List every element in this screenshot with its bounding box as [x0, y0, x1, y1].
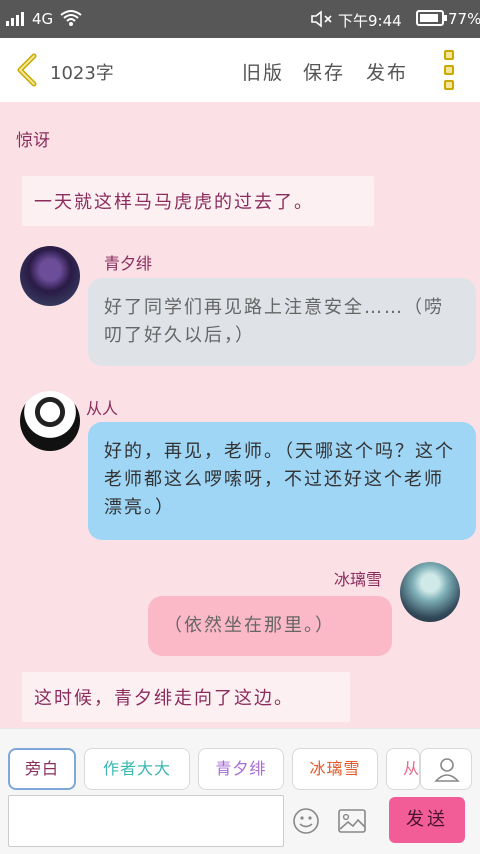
- speaker-name: 从人: [86, 399, 119, 418]
- send-button[interactable]: 发送: [389, 797, 465, 843]
- speaker-name: 冰璃雪: [334, 570, 383, 589]
- role-label: 冰璃雪: [309, 759, 361, 778]
- avatar-binglixue[interactable]: [400, 562, 460, 622]
- role-chip-congren[interactable]: 从人: [386, 748, 420, 790]
- message-input[interactable]: [8, 795, 284, 847]
- add-role-button[interactable]: [420, 748, 472, 790]
- message-text: 好了同学们再见路上注意安全……（唠叨了好久以后，）: [104, 297, 444, 346]
- message-text: （依然坐在那里。）: [164, 615, 335, 636]
- old-version-button[interactable]: 旧版: [242, 58, 284, 85]
- battery-icon: [416, 10, 447, 26]
- narration-text: 这时候，青夕绯走向了这边。: [34, 688, 294, 709]
- composer-bar: 旁白 作者大大 青夕绯 冰璃雪 从人 发送: [0, 728, 480, 854]
- back-icon[interactable]: [14, 52, 42, 88]
- clock: 下午9:44: [338, 12, 402, 30]
- editor-header: 1023字 旧版 保存 发布: [0, 38, 480, 102]
- more-menu-icon[interactable]: [443, 50, 457, 92]
- send-label: 发送: [406, 809, 448, 830]
- role-label: 作者大大: [102, 759, 171, 778]
- chapter-heading: 惊讶: [16, 131, 50, 151]
- narration-message[interactable]: 这时候，青夕绯走向了这边。: [22, 672, 350, 722]
- message-bubble[interactable]: （依然坐在那里。）: [148, 596, 392, 656]
- role-label: 从人: [403, 759, 420, 778]
- role-chip-author[interactable]: 作者大大: [84, 748, 190, 790]
- narration-message[interactable]: 一天就这样马马虎虎的过去了。: [22, 176, 374, 226]
- message-text: 好的，再见，老师。（天哪这个吗？这个老师都这么啰嗦呀，不过还好这个老师漂亮。）: [104, 441, 455, 518]
- image-icon[interactable]: [338, 809, 366, 833]
- status-bar: 4G 下午9:44 77%: [0, 0, 480, 38]
- chat-area[interactable]: 惊讶 一天就这样马马虎虎的过去了。 青夕绯 好了同学们再见路上注意安全……（唠叨…: [0, 102, 480, 728]
- role-chip-narrator[interactable]: 旁白: [8, 748, 76, 790]
- message-bubble[interactable]: 好的，再见，老师。（天哪这个吗？这个老师都这么啰嗦呀，不过还好这个老师漂亮。）: [88, 422, 476, 540]
- message-bubble[interactable]: 好了同学们再见路上注意安全……（唠叨了好久以后，）: [88, 278, 476, 366]
- avatar-qingxifei[interactable]: [20, 246, 80, 306]
- narration-text: 一天就这样马马虎虎的过去了。: [34, 192, 314, 213]
- role-label: 旁白: [24, 759, 59, 778]
- role-label: 青夕绯: [215, 759, 267, 778]
- network-type: 4G: [32, 10, 54, 28]
- avatar-congren[interactable]: [20, 391, 80, 451]
- role-chip-qingxifei[interactable]: 青夕绯: [198, 748, 284, 790]
- word-count: 1023字: [50, 63, 114, 84]
- battery-percent: 77%: [448, 10, 480, 28]
- user-icon: [434, 758, 460, 782]
- mute-icon: [311, 10, 332, 28]
- wifi-icon: [60, 10, 82, 26]
- publish-button[interactable]: 发布: [366, 58, 408, 85]
- emoji-icon[interactable]: [292, 807, 320, 835]
- role-chip-binglixue[interactable]: 冰璃雪: [292, 748, 378, 790]
- signal-icon: [6, 12, 24, 26]
- speaker-name: 青夕绯: [104, 254, 153, 273]
- save-button[interactable]: 保存: [303, 58, 345, 85]
